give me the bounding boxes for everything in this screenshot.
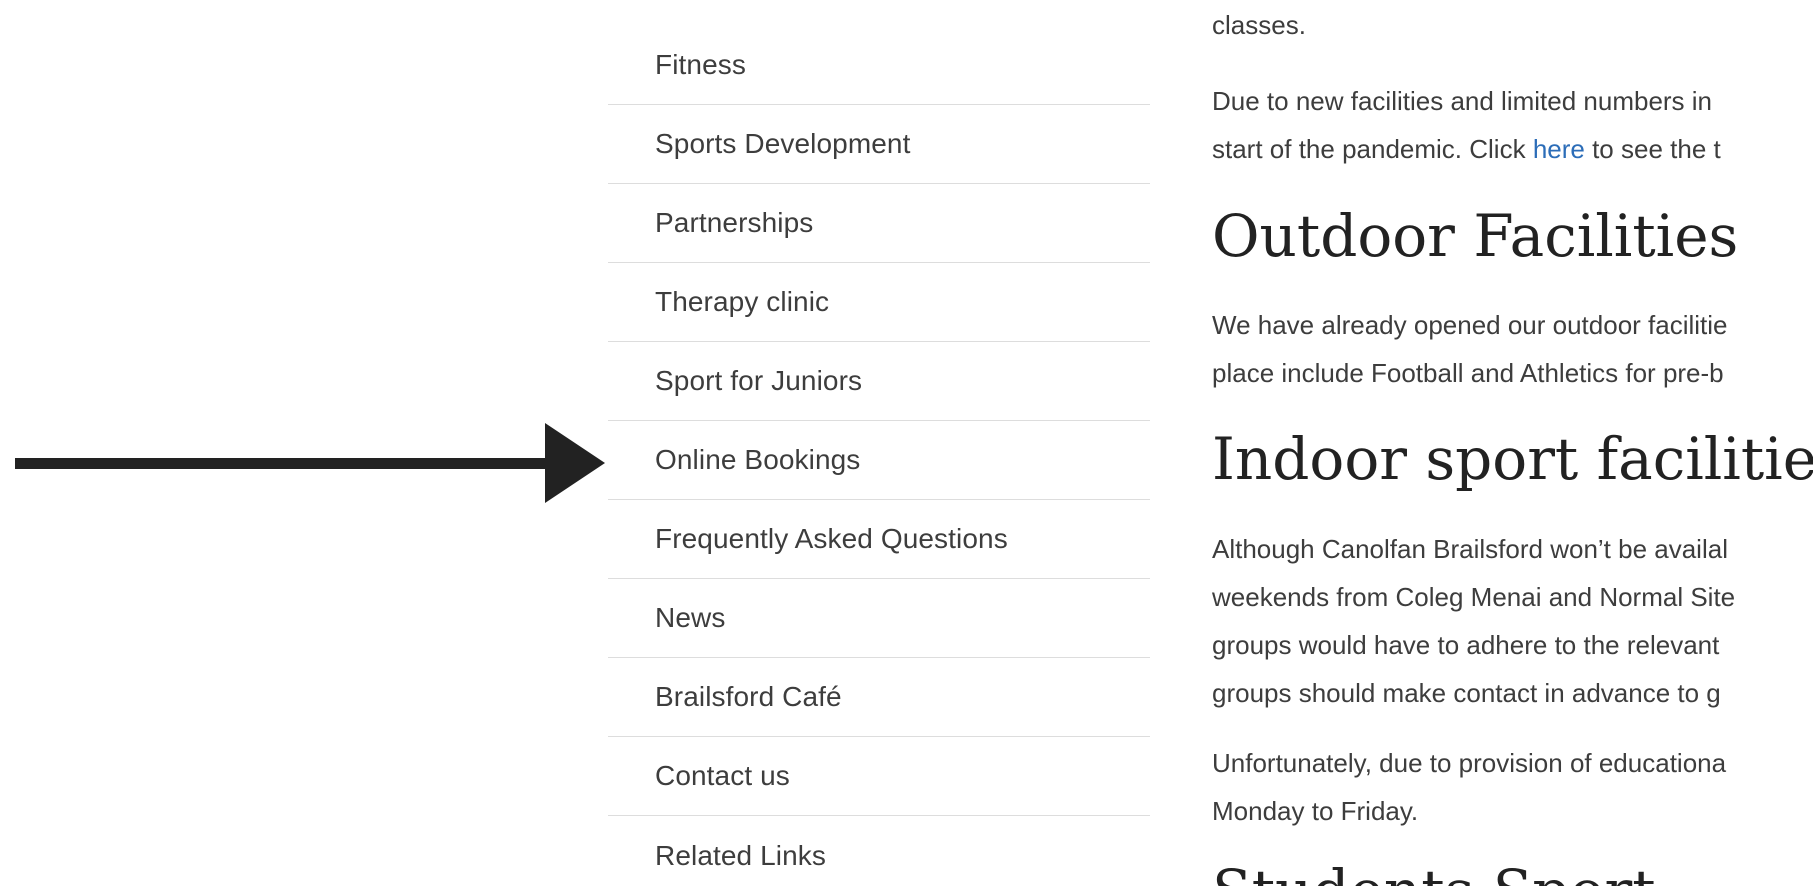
sidebar-item-label: Sports Development <box>655 128 911 159</box>
sidebar-nav: Fitness Sports Development Partnerships … <box>608 26 1150 886</box>
sidebar-item-label: Contact us <box>655 760 790 791</box>
page: Fitness Sports Development Partnerships … <box>0 0 1813 886</box>
sidebar-item-brailsford-cafe[interactable]: Brailsford Café <box>608 658 1150 737</box>
sidebar-item-fitness[interactable]: Fitness <box>608 26 1150 105</box>
paragraph-line: place include Football and Athletics for… <box>1212 358 1724 388</box>
sidebar-item-sport-for-juniors[interactable]: Sport for Juniors <box>608 342 1150 421</box>
paragraph-text: start of the pandemic. Click <box>1212 134 1533 164</box>
main-content: classes. Due to new facilities and limit… <box>1212 0 1813 886</box>
heading-outdoor-facilities: Outdoor Facilities <box>1212 202 1739 270</box>
paragraph-text: to see the t <box>1584 134 1721 164</box>
sidebar-item-label: Brailsford Café <box>655 681 842 712</box>
paragraph-line: We have already opened our outdoor facil… <box>1212 310 1728 340</box>
paragraph-line: Although Canolfan Brailsford won’t be av… <box>1212 534 1728 564</box>
sidebar-item-label: Partnerships <box>655 207 814 238</box>
heading-indoor-sport-facilities: Indoor sport facilitie <box>1212 425 1813 493</box>
paragraph-fragment: classes. <box>1212 10 1306 40</box>
here-link[interactable]: here <box>1533 134 1585 164</box>
paragraph-line: Unfortunately, due to provision of educa… <box>1212 748 1727 778</box>
heading-students-sport: Students Sport <box>1212 862 1656 886</box>
sidebar-item-label: News <box>655 602 726 633</box>
sidebar-item-label: Online Bookings <box>655 444 861 475</box>
sidebar-item-online-bookings[interactable]: Online Bookings <box>608 421 1150 500</box>
paragraph-line: groups should make contact in advance to… <box>1212 678 1721 708</box>
annotation-arrow-icon <box>15 423 605 503</box>
sidebar-item-related-links[interactable]: Related Links <box>608 816 1150 886</box>
sidebar-item-contact-us[interactable]: Contact us <box>608 737 1150 816</box>
sidebar-item-sports-development[interactable]: Sports Development <box>608 105 1150 184</box>
paragraph-line: weekends from Coleg Menai and Normal Sit… <box>1212 582 1736 612</box>
sidebar-item-label: Sport for Juniors <box>655 365 863 396</box>
sidebar-item-faq[interactable]: Frequently Asked Questions <box>608 500 1150 579</box>
sidebar-item-news[interactable]: News <box>608 579 1150 658</box>
paragraph-line: start of the pandemic. Click here to see… <box>1212 136 1721 162</box>
sidebar-item-label: Related Links <box>655 839 826 871</box>
sidebar-item-label: Fitness <box>655 49 746 80</box>
paragraph-line: groups would have to adhere to the relev… <box>1212 630 1720 660</box>
paragraph-line: Monday to Friday. <box>1212 796 1419 826</box>
paragraph-line: Due to new facilities and limited number… <box>1212 86 1713 116</box>
sidebar-item-therapy-clinic[interactable]: Therapy clinic <box>608 263 1150 342</box>
sidebar-item-label: Therapy clinic <box>655 286 830 317</box>
sidebar-item-label: Frequently Asked Questions <box>655 523 1008 554</box>
sidebar-item-partnerships[interactable]: Partnerships <box>608 184 1150 263</box>
